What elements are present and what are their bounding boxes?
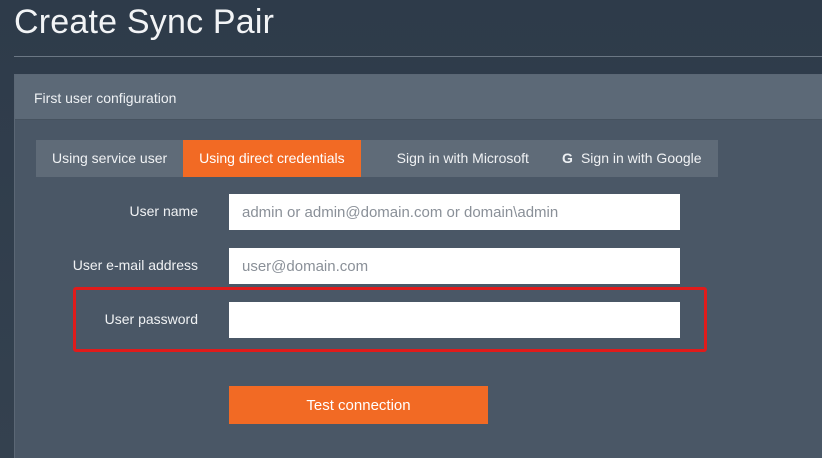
user-name-input[interactable] [229,194,680,230]
page-title: Create Sync Pair [14,3,275,41]
tab-sign-in-with-microsoft[interactable]: Sign in with Microsoft [361,140,545,177]
user-email-row: User e-mail address [15,248,822,284]
test-connection-button[interactable]: Test connection [229,386,488,424]
panel-header: First user configuration [15,75,822,120]
create-sync-pair-page: Create Sync Pair First user configuratio… [0,0,822,458]
tab-label: Sign in with Microsoft [396,150,529,166]
title-divider [14,56,822,57]
tab-using-direct-credentials[interactable]: Using direct credentials [183,140,361,177]
google-icon: G [562,150,573,166]
tab-label: Using direct credentials [199,150,345,166]
windows-icon [377,152,390,165]
user-password-row: User password [15,302,822,338]
tab-sign-in-with-google[interactable]: G Sign in with Google [545,140,718,177]
user-password-input[interactable] [229,302,680,338]
user-name-label: User name [129,203,198,219]
user-email-label: User e-mail address [72,257,198,273]
auth-method-tabs: Using service user Using direct credenti… [36,140,718,177]
tab-label: Using service user [52,150,168,166]
panel-header-title: First user configuration [34,90,177,106]
user-password-label: User password [104,311,198,327]
tab-label: Sign in with Google [580,150,702,166]
user-email-input[interactable] [229,248,680,284]
tab-using-service-user[interactable]: Using service user [36,140,183,177]
user-name-row: User name [15,194,822,230]
user-configuration-panel: First user configuration Using service u… [14,74,822,458]
